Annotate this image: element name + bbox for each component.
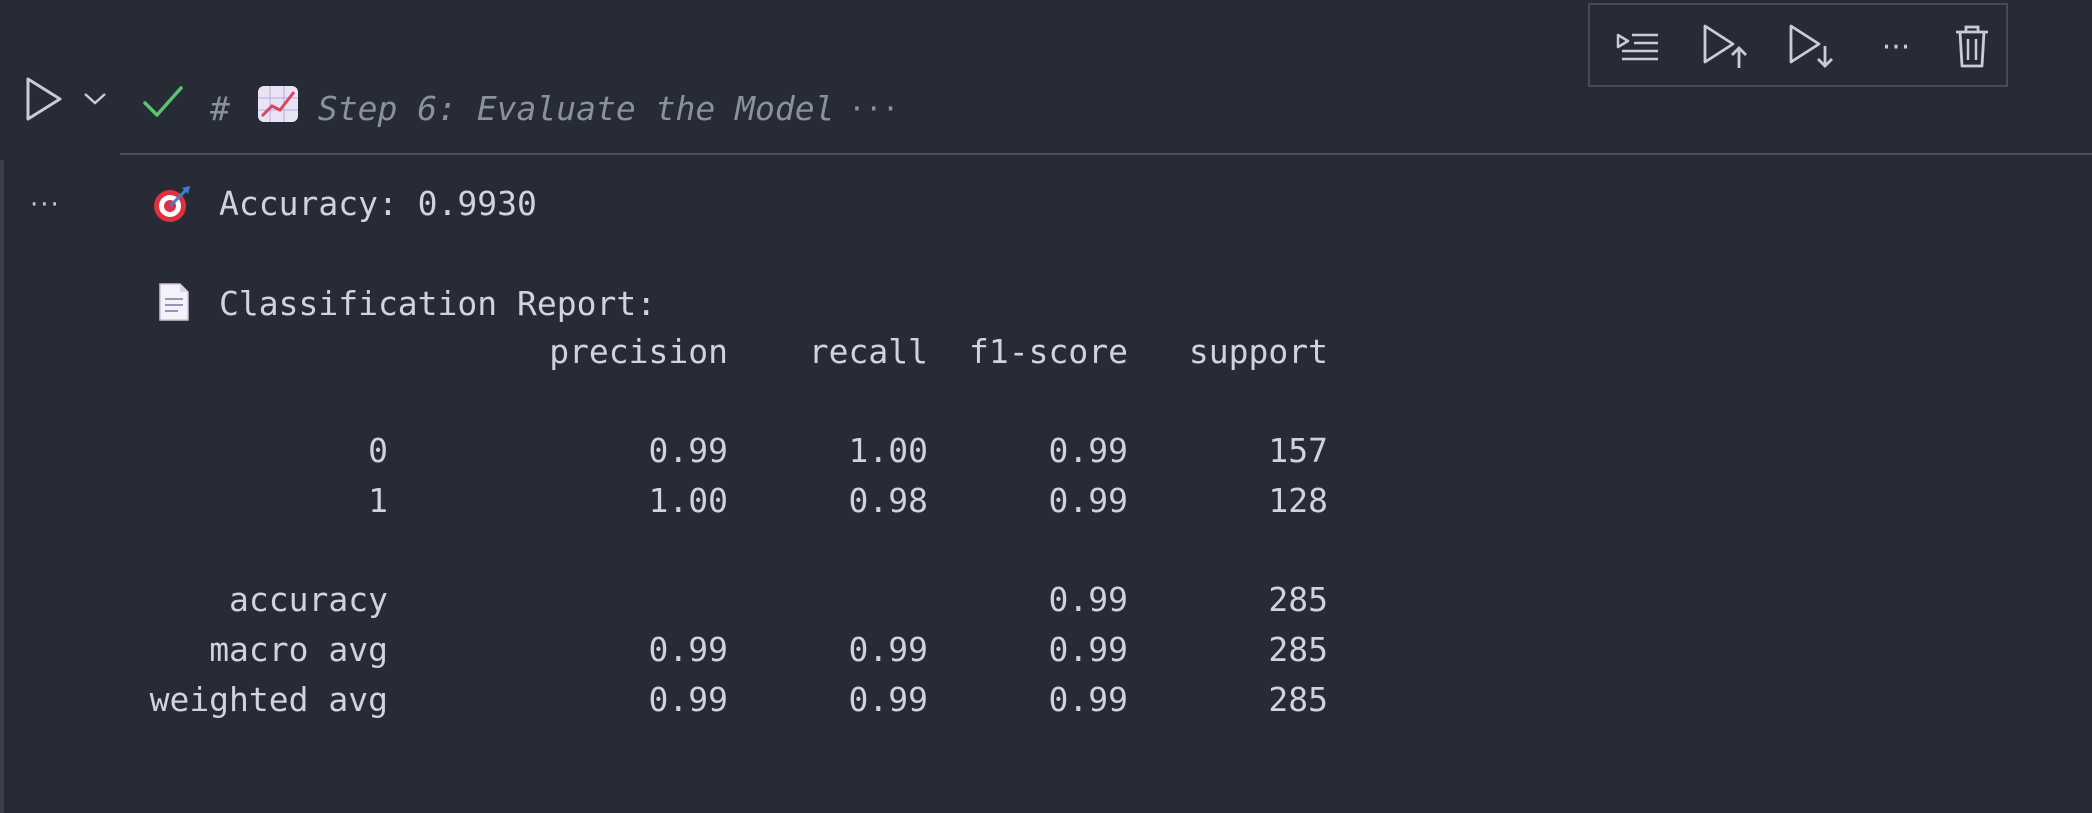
chart-increasing-icon [256, 84, 300, 132]
recall-value: 1.00 [848, 431, 928, 470]
table-row: 1 1.00 0.98 0.99 128 [120, 479, 1328, 523]
accuracy-line: Accuracy: 0.9930 [219, 184, 537, 223]
notebook-cell: ··· ··· # Step 6: Evaluate the Model ···… [0, 0, 2092, 813]
f1-value: 0.99 [1048, 630, 1128, 669]
f1-value: 0.99 [1048, 431, 1128, 470]
column-header: precision [549, 332, 728, 371]
recall-value: 0.99 [848, 630, 928, 669]
cell-divider [120, 153, 2092, 155]
output-menu-icon[interactable]: ··· [30, 190, 61, 220]
recall-value: 0.99 [848, 680, 928, 719]
run-cell-button[interactable] [22, 74, 66, 124]
recall-value: 0.98 [848, 481, 928, 520]
column-header: recall [808, 332, 928, 371]
support-value: 157 [1268, 431, 1328, 470]
precision-value: 1.00 [648, 481, 728, 520]
report-header-row: precision recall f1-score support [120, 330, 1328, 374]
support-value: 285 [1268, 630, 1328, 669]
run-cells-above-icon[interactable] [1696, 19, 1752, 75]
f1-value: 0.99 [1048, 580, 1128, 619]
table-row: accuracy 0.99 285 [120, 578, 1328, 622]
cell-gutter-bar [0, 160, 4, 813]
target-icon [152, 184, 192, 232]
column-header: f1-score [969, 332, 1128, 371]
f1-value: 0.99 [1048, 680, 1128, 719]
table-row: 0 0.99 1.00 0.99 157 [120, 429, 1328, 473]
table-row: weighted avg 0.99 0.99 0.99 285 [120, 678, 1328, 722]
cell-toolbar: ··· [1588, 3, 2008, 87]
support-value: 285 [1268, 580, 1328, 619]
report-title: Classification Report: [219, 284, 657, 323]
support-value: 285 [1268, 680, 1328, 719]
more-actions-icon[interactable]: ··· [1868, 19, 1924, 75]
execute-above-and-insert-icon[interactable] [1610, 19, 1666, 75]
row-label: 1 [368, 481, 388, 520]
row-label: weighted avg [149, 680, 388, 719]
execution-success-icon [142, 84, 184, 124]
column-header: support [1188, 332, 1328, 371]
collapsed-cell-header[interactable]: # Step 6: Evaluate the Model ··· [210, 86, 899, 130]
markdown-hash: # [210, 88, 230, 128]
cell-header-text: Step 6: Evaluate the Model [317, 88, 835, 128]
precision-value: 0.99 [648, 680, 728, 719]
row-label: 0 [368, 431, 388, 470]
precision-value: 0.99 [648, 630, 728, 669]
delete-cell-icon[interactable] [1944, 19, 2000, 75]
precision-value: 0.99 [648, 431, 728, 470]
expand-cell-icon[interactable]: ··· [848, 92, 899, 125]
document-icon [158, 282, 190, 330]
run-cells-below-icon[interactable] [1782, 19, 1838, 75]
f1-value: 0.99 [1048, 481, 1128, 520]
row-label: macro avg [209, 630, 388, 669]
chevron-down-icon[interactable] [80, 86, 110, 110]
support-value: 128 [1268, 481, 1328, 520]
row-label: accuracy [229, 580, 388, 619]
table-row: macro avg 0.99 0.99 0.99 285 [120, 628, 1328, 672]
